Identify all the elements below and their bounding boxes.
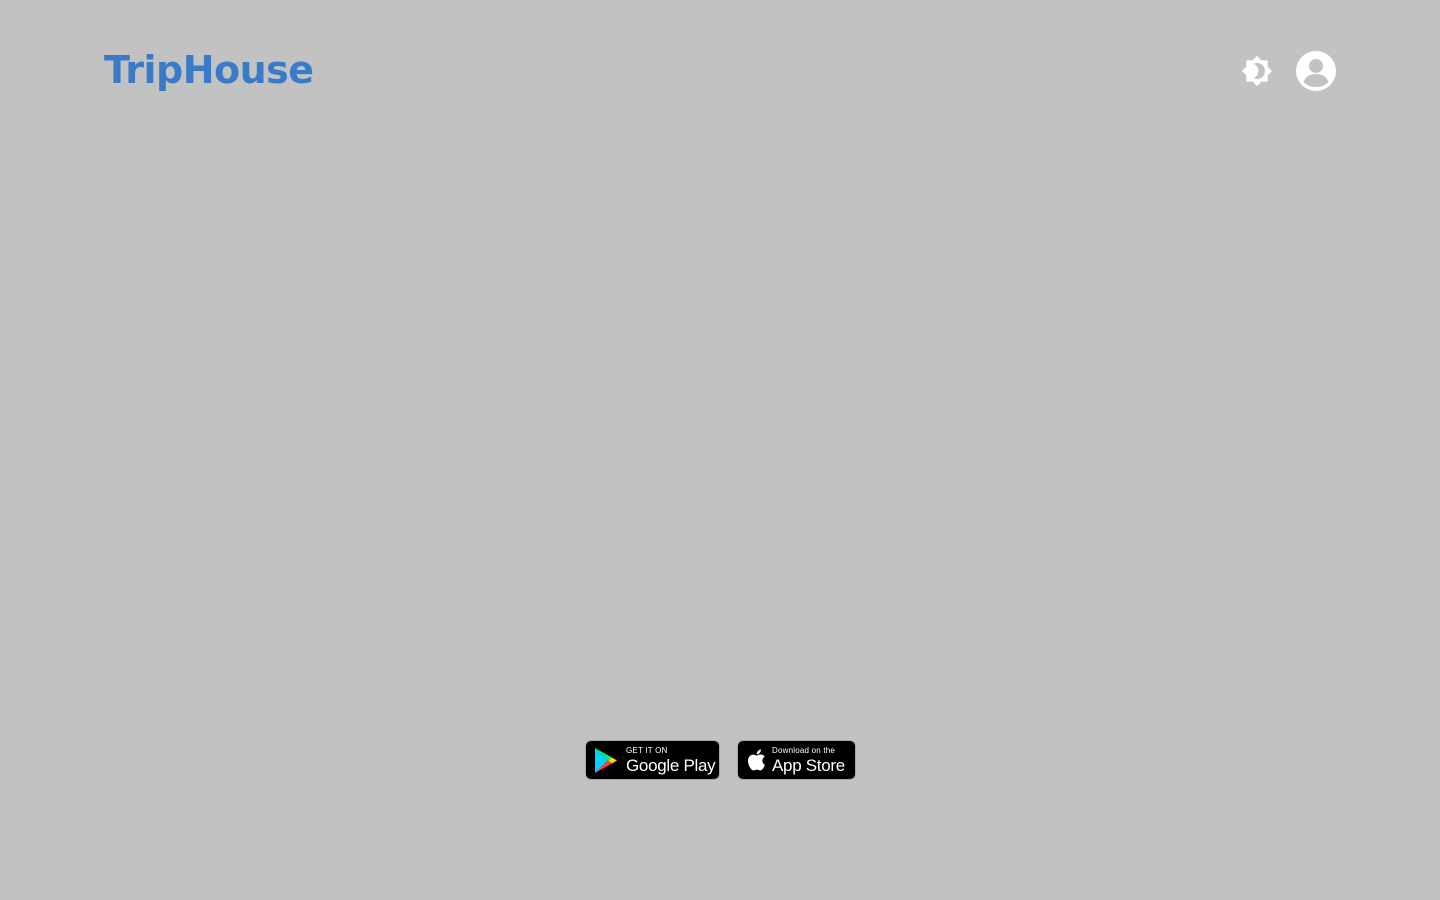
brightness-icon bbox=[1241, 55, 1273, 87]
app-store-badge-text: Download on the App Store bbox=[772, 745, 845, 775]
google-play-main-line: Google Play bbox=[626, 755, 716, 775]
theme-toggle-button[interactable] bbox=[1239, 53, 1275, 89]
app-store-main-line: App Store bbox=[772, 755, 845, 775]
header: TripHouse bbox=[0, 0, 1440, 140]
google-play-badge-text: GET IT ON Google Play bbox=[626, 745, 716, 775]
brand-logo[interactable]: TripHouse bbox=[104, 46, 314, 94]
google-play-icon bbox=[595, 747, 617, 773]
google-play-top-line: GET IT ON bbox=[626, 745, 668, 755]
account-circle-icon bbox=[1296, 51, 1336, 91]
page: TripHouse GET IT ON Google Play Download… bbox=[0, 0, 1440, 900]
store-badges: GET IT ON Google Play Download on the Ap… bbox=[585, 740, 856, 780]
apple-icon bbox=[747, 749, 765, 771]
account-button[interactable] bbox=[1296, 51, 1336, 91]
app-store-top-line: Download on the bbox=[772, 745, 836, 755]
google-play-badge[interactable]: GET IT ON Google Play bbox=[585, 740, 720, 780]
app-store-badge[interactable]: Download on the App Store bbox=[737, 740, 856, 780]
